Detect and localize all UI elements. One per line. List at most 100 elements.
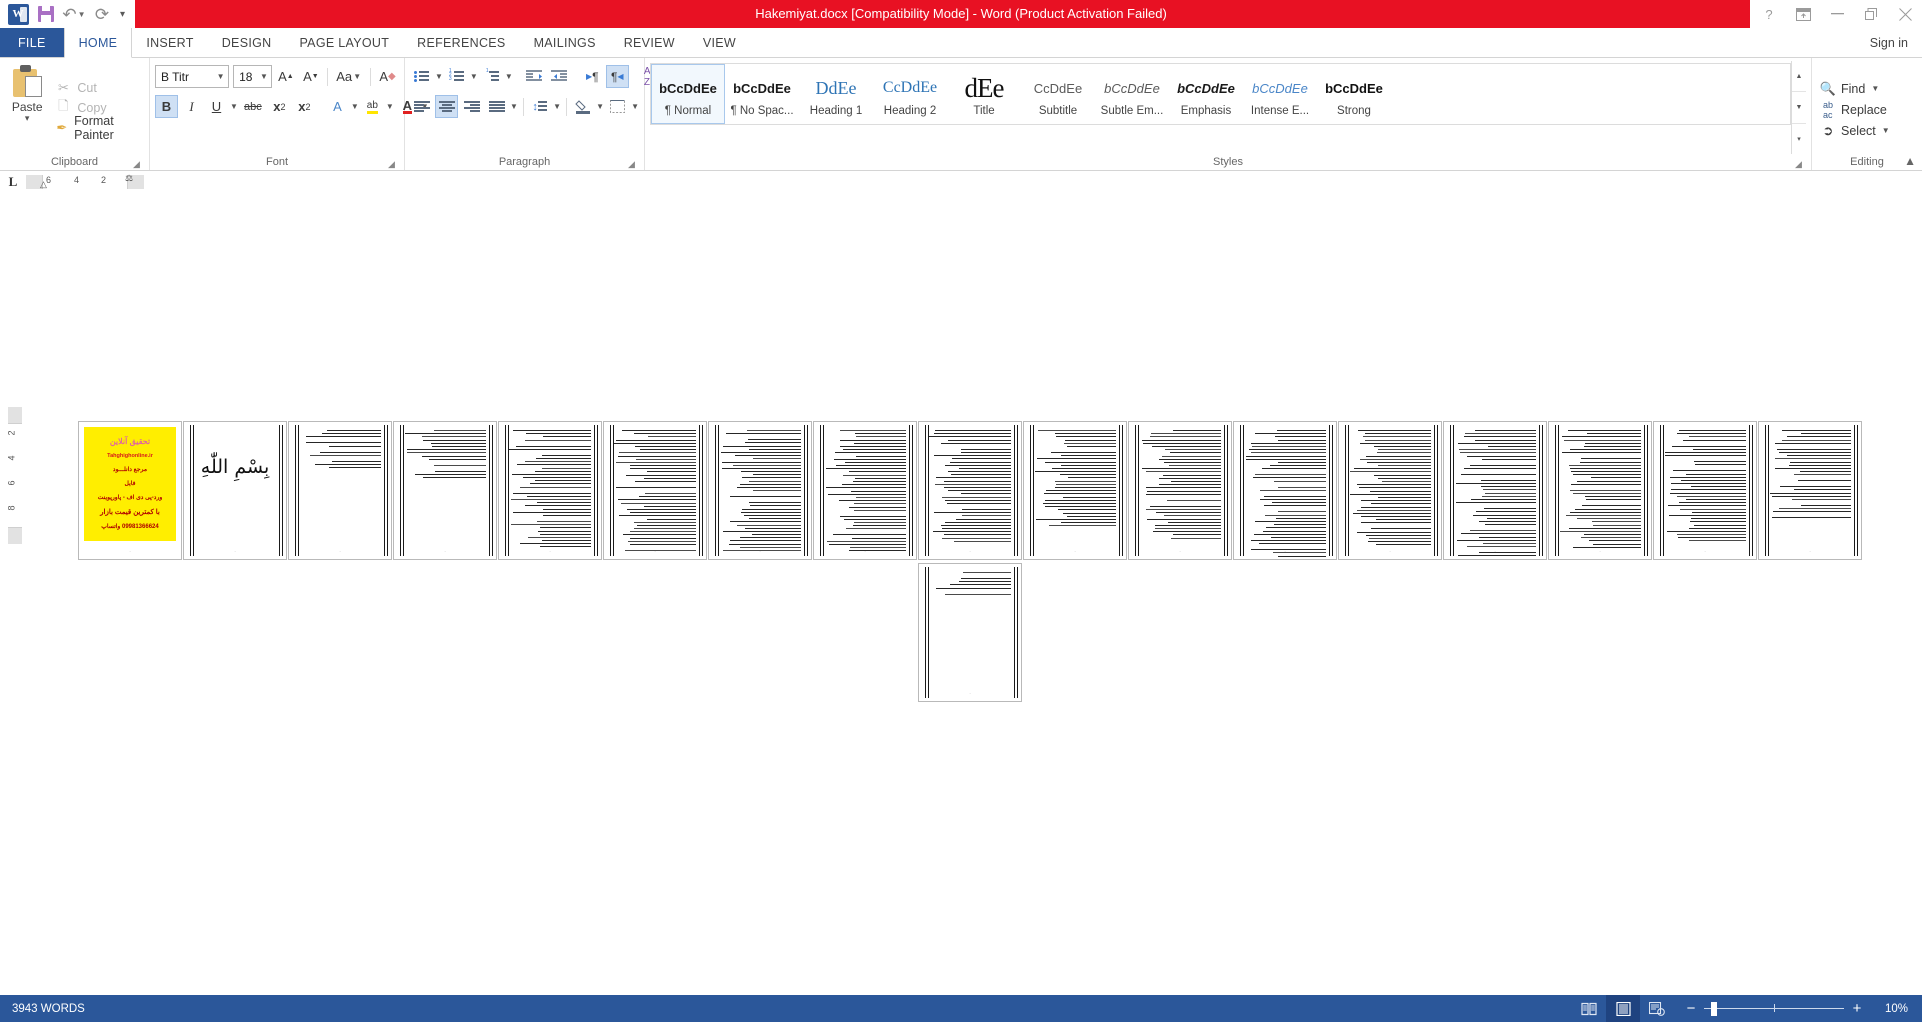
numbering-dropdown-icon[interactable]: ▼ (470, 72, 478, 81)
decrease-indent-button[interactable] (523, 65, 546, 88)
page-thumbnail[interactable]: . (498, 421, 602, 560)
style-emphasis[interactable]: bCcDdEe Emphasis (1169, 64, 1243, 124)
page-thumbnail[interactable]: . (813, 421, 917, 560)
help-icon[interactable]: ? (1752, 0, 1786, 28)
multilevel-list-button[interactable]: 1 (480, 65, 503, 88)
paste-dropdown-icon[interactable]: ▾ (25, 114, 30, 123)
page-thumbnail[interactable]: . (1653, 421, 1757, 560)
multilevel-dropdown-icon[interactable]: ▼ (505, 72, 513, 81)
font-name-dropdown-icon[interactable]: ▼ (213, 72, 228, 81)
zoom-in-button[interactable]: + (1850, 1001, 1864, 1016)
style-no-spacing[interactable]: bCcDdEe ¶ No Spac... (725, 64, 799, 124)
format-painter-button[interactable]: ✒ Format Painter (51, 114, 144, 142)
style-title[interactable]: dEe Title (947, 64, 1021, 124)
styles-gallery-scroll[interactable]: ▲ ▼ ▾ (1791, 61, 1806, 154)
tab-design[interactable]: DESIGN (208, 28, 286, 57)
zoom-slider[interactable] (1704, 1001, 1844, 1016)
sign-in-button[interactable]: Sign in (1870, 28, 1922, 57)
underline-button[interactable]: U (205, 95, 228, 118)
paste-button[interactable]: Paste ▾ (5, 61, 49, 154)
zoom-out-button[interactable]: − (1684, 1001, 1698, 1016)
styles-more-icon[interactable]: ▾ (1792, 124, 1806, 154)
clear-formatting-button[interactable]: A ◆ (376, 65, 399, 88)
page-thumbnail[interactable]: . (393, 421, 497, 560)
align-right-button[interactable] (460, 95, 483, 118)
rtl-text-direction-button[interactable]: ¶ ◀ (605, 65, 629, 88)
select-dropdown-icon[interactable]: ▼ (1881, 126, 1891, 135)
page-thumbnail[interactable]: بِسْمِ اللّٰهِ. (183, 421, 287, 560)
customize-qat-button[interactable]: ▾ (116, 9, 129, 20)
right-indent-marker[interactable]: ⚖ (125, 173, 133, 184)
undo-button[interactable]: ↶ ▼ (60, 1, 88, 27)
subscript-button[interactable]: x2 (268, 95, 291, 118)
bold-button[interactable]: B (155, 95, 178, 118)
borders-dropdown-icon[interactable]: ▼ (631, 102, 639, 111)
line-spacing-button[interactable]: ↕ (528, 95, 551, 118)
style-strong[interactable]: bCcDdEe Strong (1317, 64, 1391, 124)
superscript-button[interactable]: x2 (293, 95, 316, 118)
word-count[interactable]: 3943 WORDS (12, 1003, 85, 1015)
grow-font-button[interactable]: A ▲ (274, 65, 297, 88)
collapse-ribbon-button[interactable]: ▲ (1904, 154, 1916, 168)
text-effects-dropdown-icon[interactable]: ▼ (351, 102, 359, 111)
ruler-track[interactable]: 6 4 2 △ ⚖ (26, 173, 144, 190)
borders-button[interactable] (606, 95, 629, 118)
page-thumbnail[interactable]: . (708, 421, 812, 560)
bullets-button[interactable] (410, 65, 433, 88)
tab-home[interactable]: HOME (63, 28, 133, 58)
shading-button[interactable] (571, 95, 594, 118)
clipboard-dialog-launcher[interactable]: ◢ (131, 158, 142, 169)
read-mode-button[interactable] (1572, 995, 1606, 1022)
strikethrough-button[interactable]: abc (240, 95, 266, 118)
page-thumbnail[interactable]: . (603, 421, 707, 560)
page-thumbnail[interactable]: . (1338, 421, 1442, 560)
zoom-slider-thumb[interactable] (1711, 1001, 1717, 1016)
style-subtle-emphasis[interactable]: bCcDdEe Subtle Em... (1095, 64, 1169, 124)
horizontal-ruler[interactable]: L 6 4 2 △ ⚖ (0, 171, 1922, 193)
highlight-dropdown-icon[interactable]: ▼ (386, 102, 394, 111)
shrink-font-button[interactable]: A ▼ (299, 65, 322, 88)
page-thumbnail[interactable]: . (1443, 421, 1547, 560)
shading-dropdown-icon[interactable]: ▼ (596, 102, 604, 111)
ltr-text-direction-button[interactable]: ▶ ¶ (581, 65, 604, 88)
underline-dropdown-icon[interactable]: ▼ (230, 102, 238, 111)
find-dropdown-icon[interactable]: ▼ (1870, 84, 1880, 93)
tab-review[interactable]: REVIEW (610, 28, 689, 57)
select-button[interactable]: ➲ Select ▼ (1817, 120, 1894, 141)
tab-view[interactable]: VIEW (689, 28, 750, 57)
style-normal[interactable]: bCcDdEe ¶ Normal (651, 64, 725, 124)
document-canvas[interactable]: تحقیق آنلاین Tahghighonline.ir مرجع دانلــ… (26, 193, 1922, 995)
text-highlight-button[interactable]: ab (361, 95, 384, 118)
text-effects-button[interactable]: A (326, 95, 349, 118)
change-case-button[interactable]: Aa ▼ (333, 65, 365, 88)
italic-button[interactable]: I (180, 95, 203, 118)
align-center-button[interactable] (435, 95, 458, 118)
styles-dialog-launcher[interactable]: ◢ (1793, 158, 1804, 169)
zoom-level-label[interactable]: 10% (1870, 1003, 1908, 1015)
font-size-combo[interactable]: 18 ▼ (233, 65, 273, 88)
left-indent-marker[interactable]: △ (40, 179, 47, 190)
font-dialog-launcher[interactable]: ◢ (386, 158, 397, 169)
undo-dropdown-icon[interactable]: ▼ (78, 10, 86, 19)
replace-button[interactable]: ab ac Replace (1817, 99, 1894, 120)
justify-dropdown-icon[interactable]: ▼ (510, 102, 518, 111)
line-spacing-dropdown-icon[interactable]: ▼ (553, 102, 561, 111)
tab-references[interactable]: REFERENCES (403, 28, 519, 57)
tab-mailings[interactable]: MAILINGS (520, 28, 610, 57)
style-heading-2[interactable]: CcDdEe Heading 2 (873, 64, 947, 124)
bullets-dropdown-icon[interactable]: ▼ (435, 72, 443, 81)
tab-insert[interactable]: INSERT (132, 28, 207, 57)
page-thumbnail[interactable]: . (1548, 421, 1652, 560)
tab-page-layout[interactable]: PAGE LAYOUT (285, 28, 403, 57)
page-thumbnail[interactable]: تحقیق آنلاین Tahghighonline.ir مرجع دانلــ… (78, 421, 182, 560)
styles-scroll-down-icon[interactable]: ▼ (1792, 92, 1806, 124)
tab-stop-selector[interactable]: L (0, 171, 26, 193)
page-thumbnail[interactable]: . (1758, 421, 1862, 560)
web-layout-button[interactable] (1640, 995, 1674, 1022)
minimize-icon[interactable] (1820, 0, 1854, 28)
paragraph-dialog-launcher[interactable]: ◢ (626, 158, 637, 169)
save-button[interactable] (32, 1, 60, 27)
page-thumbnail[interactable]: . (918, 563, 1022, 702)
align-left-button[interactable] (410, 95, 433, 118)
styles-gallery[interactable]: bCcDdEe ¶ Normal bCcDdEe ¶ No Spac... Dd… (650, 63, 1791, 125)
